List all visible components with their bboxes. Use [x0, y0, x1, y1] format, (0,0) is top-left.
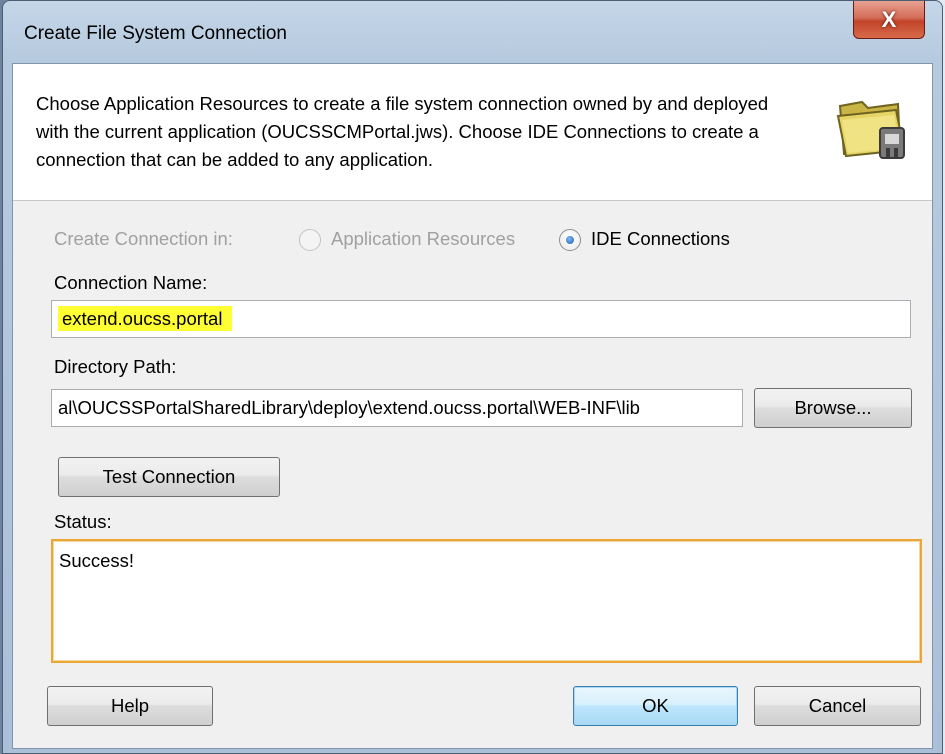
test-connection-label: Test Connection: [102, 466, 236, 487]
directory-path-value: al\OUCSSPortalSharedLibrary\deploy\exten…: [58, 397, 640, 418]
test-connection-button[interactable]: Test Connection: [58, 457, 280, 497]
status-label: Status:: [54, 511, 112, 532]
radio-selected-dot: [566, 236, 574, 244]
radio-ide-connections[interactable]: [559, 229, 581, 251]
browse-button-label: Browse...: [794, 397, 872, 418]
connection-name-label: Connection Name:: [54, 272, 208, 293]
ide-connections-label[interactable]: IDE Connections: [591, 228, 730, 250]
header-description: Choose Application Resources to create a…: [36, 93, 769, 170]
cancel-button[interactable]: Cancel: [754, 686, 921, 726]
create-in-label: Create Connection in:: [54, 228, 233, 249]
connection-name-value: extend.oucss.portal: [58, 306, 233, 331]
folder-connection-icon: [836, 100, 906, 159]
help-button[interactable]: Help: [47, 686, 213, 726]
dialog-body: Choose Application Resources to create a…: [12, 63, 933, 749]
radio-application-resources[interactable]: [299, 229, 321, 251]
ok-button-label: OK: [642, 695, 669, 716]
status-textarea[interactable]: Success!: [51, 539, 922, 663]
cancel-button-label: Cancel: [808, 695, 867, 716]
browse-button[interactable]: Browse...: [754, 388, 912, 428]
status-value: Success!: [59, 550, 135, 571]
window-title: Create File System Connection: [24, 23, 287, 44]
close-button[interactable]: X: [853, 1, 925, 39]
close-icon: X: [881, 6, 897, 32]
directory-path-label: Directory Path:: [54, 356, 177, 377]
header-band: Choose Application Resources to create a…: [13, 64, 932, 201]
application-resources-label[interactable]: Application Resources: [331, 228, 515, 250]
title-bar[interactable]: Create File System Connection X: [3, 1, 942, 71]
dialog-window: Create File System Connection X Choose A…: [2, 0, 943, 754]
help-button-label: Help: [110, 695, 150, 716]
connection-name-input[interactable]: extend.oucss.portal: [51, 300, 911, 338]
ok-button[interactable]: OK: [573, 686, 738, 726]
directory-path-input[interactable]: al\OUCSSPortalSharedLibrary\deploy\exten…: [51, 389, 743, 427]
